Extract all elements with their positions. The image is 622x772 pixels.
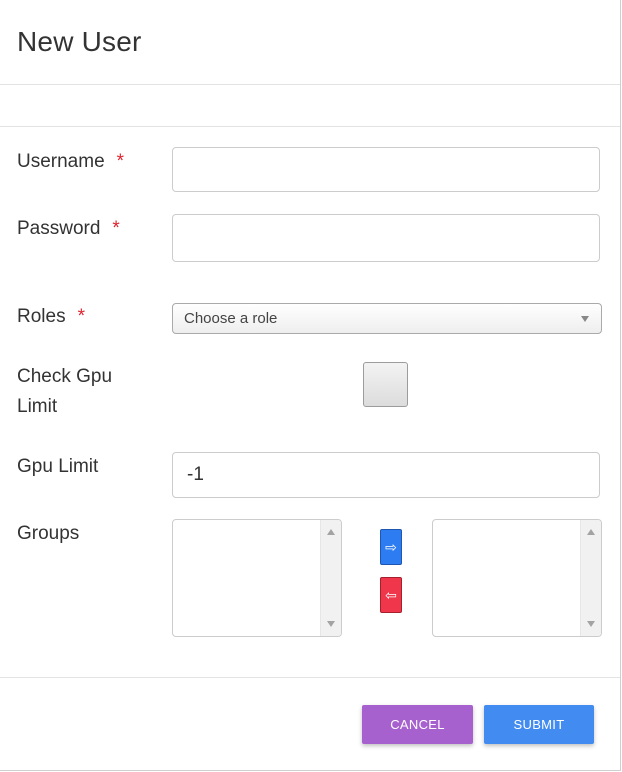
roles-required-mark: * [77, 306, 85, 327]
scroll-down-icon[interactable] [327, 621, 335, 627]
dialog-title: New User [17, 26, 142, 57]
header-divider [0, 84, 620, 85]
arrow-right-icon: ⇨ [385, 539, 397, 555]
submit-button[interactable]: SUBMIT [484, 705, 594, 744]
username-label-text: Username [17, 151, 105, 172]
username-label: Username * [17, 147, 124, 177]
move-left-button[interactable]: ⇦ [380, 577, 402, 613]
new-user-dialog: New User Username * Password * Roles * Choo… [0, 0, 621, 771]
password-required-mark: * [112, 218, 120, 239]
check-gpu-limit-label-line2: Limit [17, 396, 58, 417]
username-required-mark: * [116, 151, 125, 172]
groups-available-scrollbar[interactable] [320, 520, 341, 636]
roles-select-value: Choose a role [184, 310, 278, 327]
groups-selected-scrollbar[interactable] [580, 520, 601, 636]
cancel-button[interactable]: CANCEL [362, 705, 473, 744]
groups-label: Groups [17, 523, 80, 544]
form-top-divider [0, 126, 620, 127]
password-input[interactable] [172, 214, 600, 262]
chevron-down-icon [581, 316, 589, 322]
arrow-left-icon: ⇦ [385, 587, 397, 603]
check-gpu-limit-label-line1: Check Gpu [17, 366, 113, 387]
scroll-down-icon[interactable] [587, 621, 595, 627]
check-gpu-limit-label: Check Gpu Limit [17, 362, 112, 422]
move-right-button[interactable]: ⇨ [380, 529, 402, 565]
password-label-text: Password [17, 218, 101, 239]
username-input[interactable] [172, 147, 600, 192]
roles-select[interactable]: Choose a role [172, 303, 602, 334]
gpu-limit-label: Gpu Limit [17, 456, 99, 477]
roles-label-text: Roles [17, 306, 66, 327]
footer-divider [0, 677, 620, 678]
check-gpu-limit-checkbox[interactable] [363, 362, 408, 407]
password-label: Password * [17, 214, 120, 244]
gpu-limit-input[interactable] [172, 452, 600, 498]
scroll-up-icon[interactable] [587, 529, 595, 535]
scroll-up-icon[interactable] [327, 529, 335, 535]
roles-label: Roles * [17, 302, 85, 332]
groups-available-list[interactable] [172, 519, 342, 637]
groups-selected-list[interactable] [432, 519, 602, 637]
